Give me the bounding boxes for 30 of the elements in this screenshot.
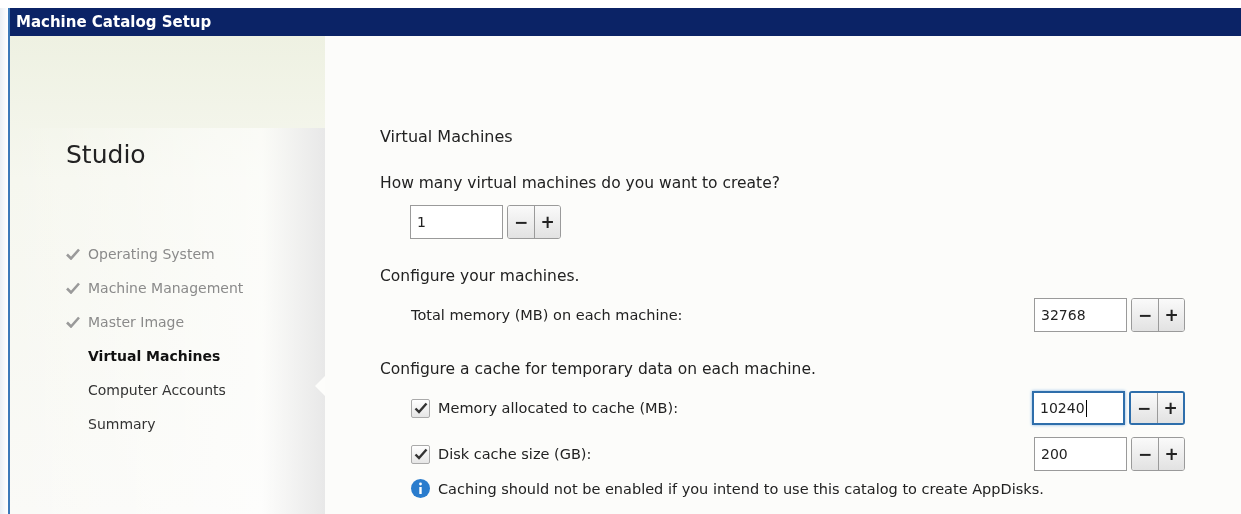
checkbox-label: Memory allocated to cache (MB): — [438, 400, 680, 416]
number-field[interactable]: 32768 — [1034, 298, 1127, 332]
increment-button[interactable]: + — [1158, 438, 1184, 470]
number-field[interactable]: 1 — [410, 205, 503, 239]
decrement-button[interactable]: − — [1131, 393, 1157, 423]
wizard-step[interactable]: Summary — [66, 413, 325, 434]
section-heading: How many virtual machines do you want to create? — [380, 174, 781, 192]
increment-button[interactable]: + — [534, 206, 560, 238]
page-title: Virtual Machines — [380, 126, 514, 146]
increment-button[interactable]: + — [1158, 299, 1184, 331]
decrement-button[interactable]: − — [1132, 438, 1158, 470]
check-icon — [66, 281, 80, 294]
decrement-button[interactable]: − — [1132, 299, 1158, 331]
window-title: Machine Catalog Setup — [10, 8, 1241, 36]
check-icon — [66, 315, 80, 328]
wizard-step[interactable]: Virtual Machines — [66, 345, 325, 366]
field-label: Total memory (MB) on each machine: — [411, 307, 684, 323]
checkbox-label: Disk cache size (GB): — [438, 446, 593, 462]
number-field[interactable]: 200 — [1034, 437, 1127, 471]
section-heading: Configure your machines. — [380, 267, 581, 285]
sidebar-heading: Studio — [65, 139, 147, 169]
decrement-button[interactable]: − — [508, 206, 534, 238]
info-icon — [411, 479, 430, 498]
checkbox[interactable] — [411, 444, 430, 464]
section-heading: Configure a cache for temporary data on each machine. — [380, 360, 817, 378]
checkbox[interactable] — [411, 398, 430, 418]
number-field[interactable]: 10240 — [1032, 391, 1125, 425]
increment-button[interactable]: + — [1157, 393, 1183, 423]
info-note: Caching should not be enabled if you intend to use this catalog to create AppDisks. — [438, 480, 1044, 497]
check-icon — [66, 247, 80, 260]
